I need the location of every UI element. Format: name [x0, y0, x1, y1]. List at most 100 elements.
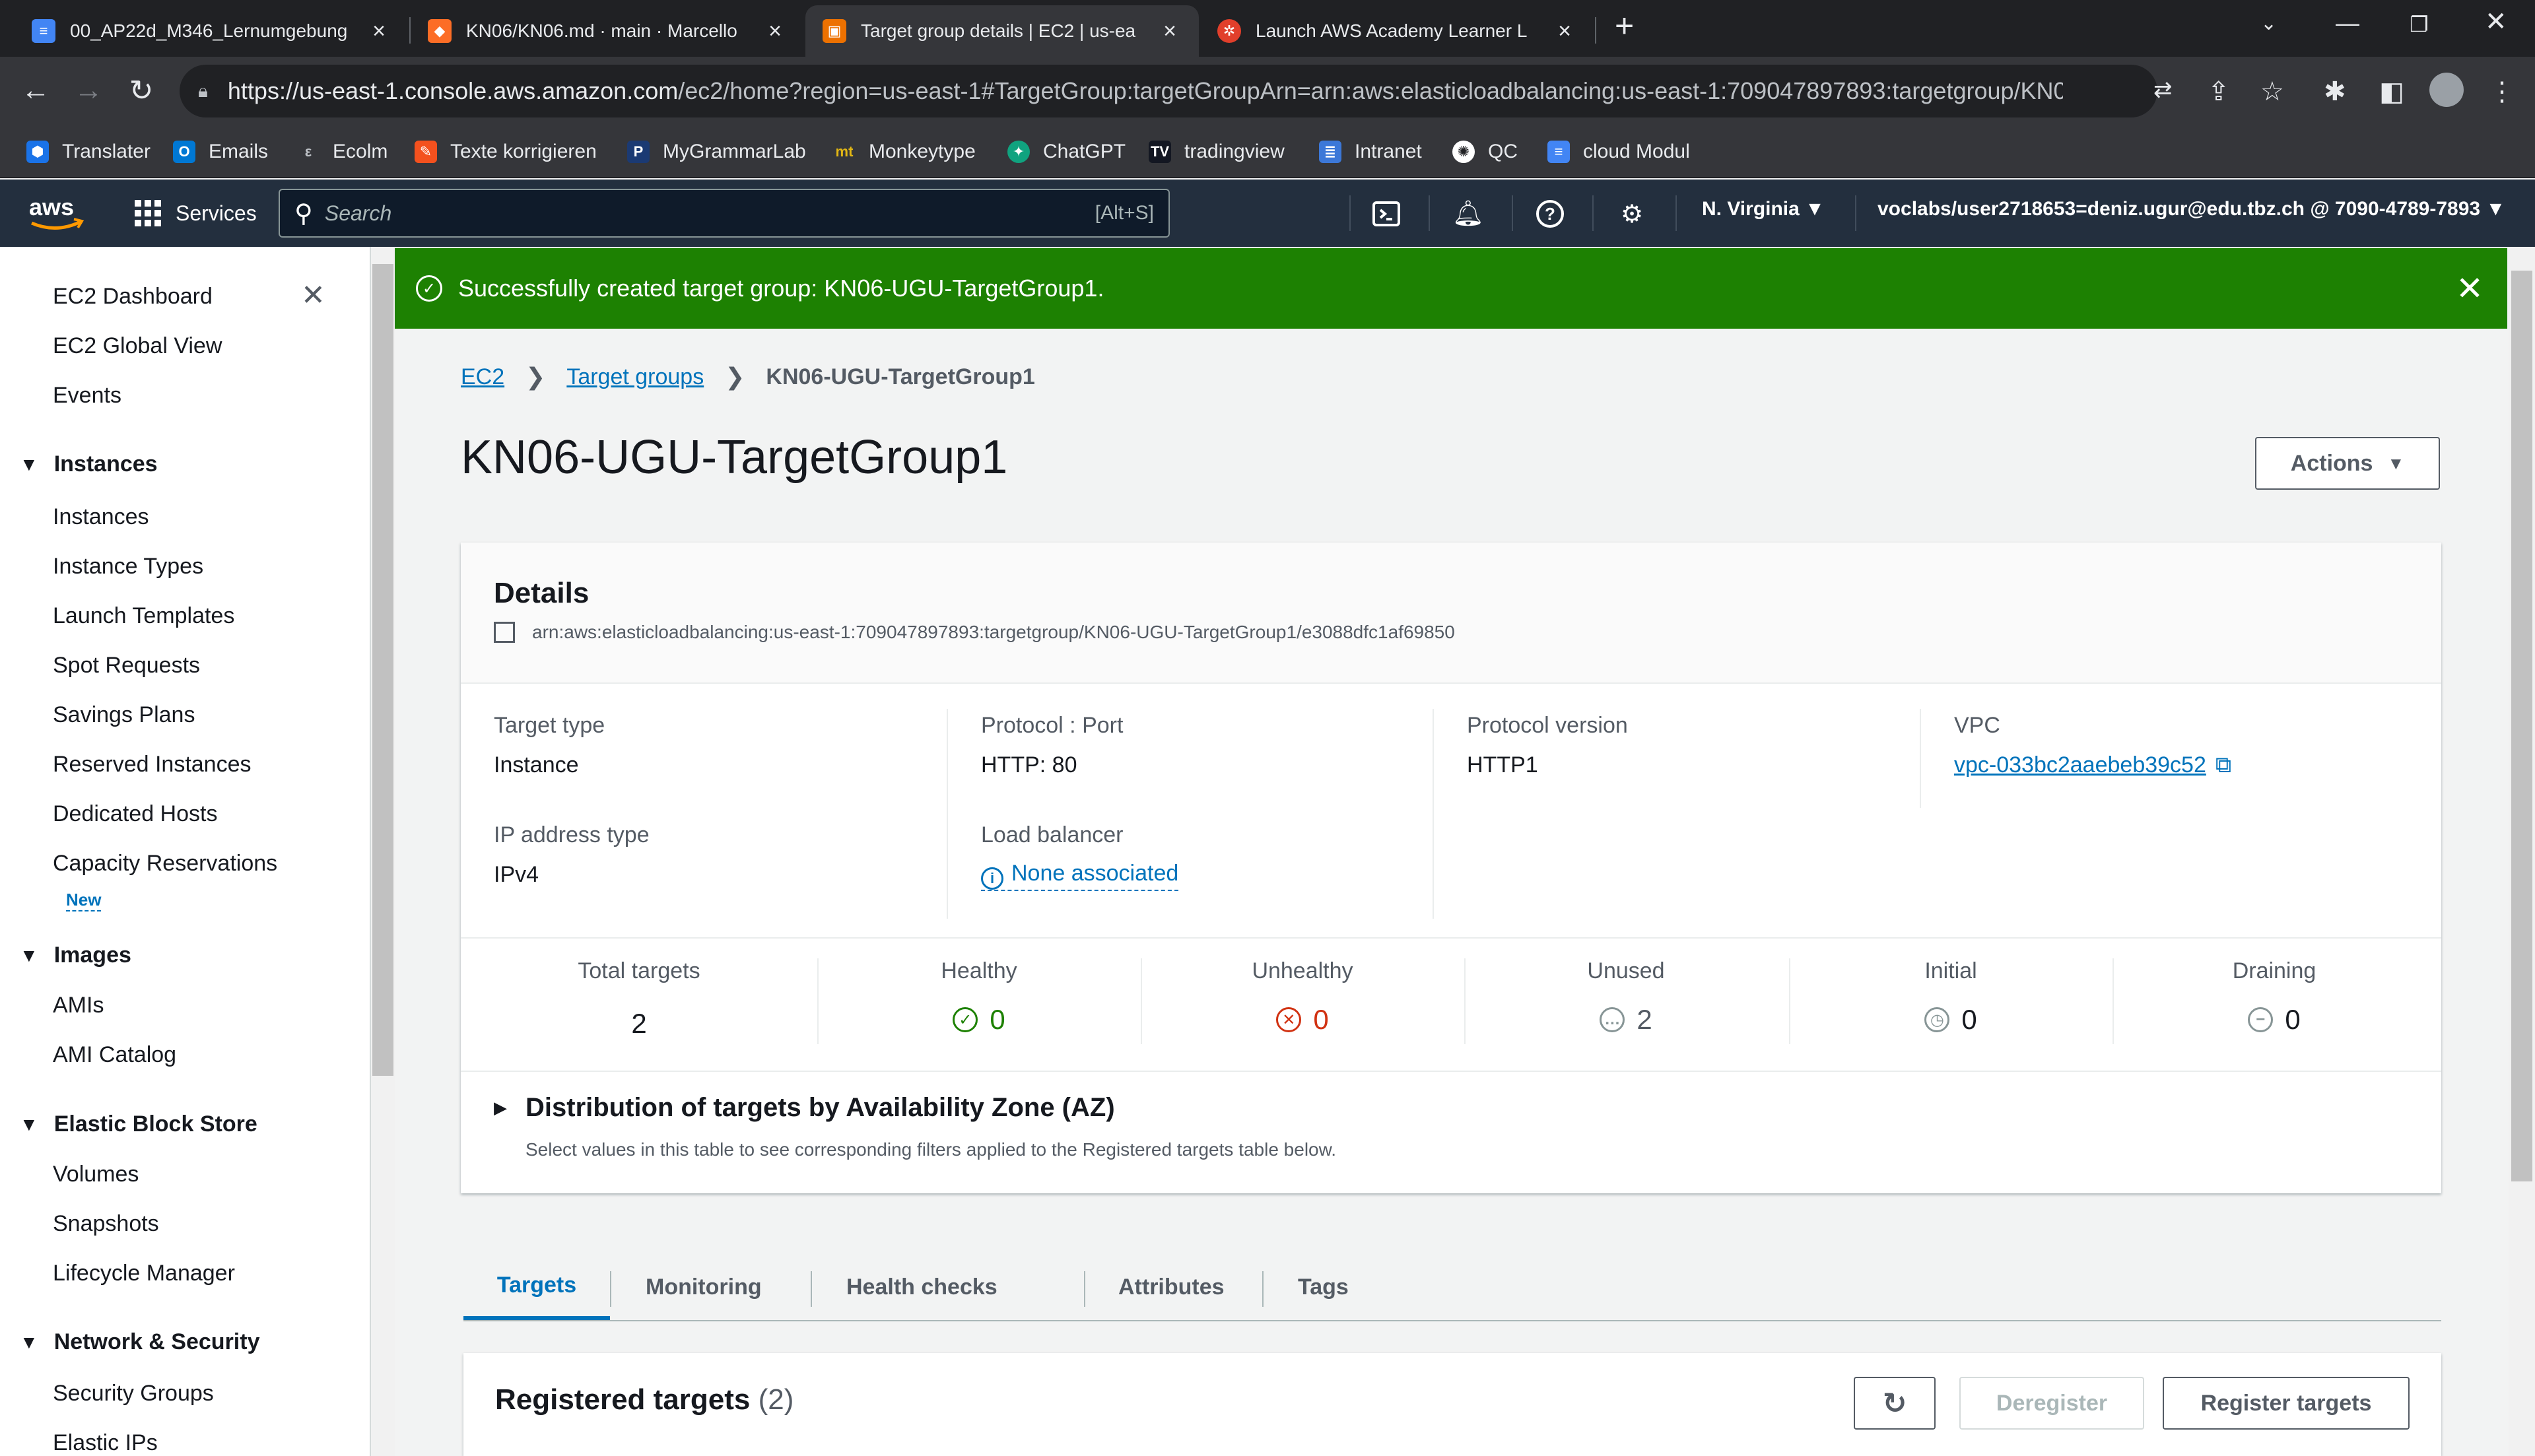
bookmark-texte-korrigieren[interactable]: ✎ Texte korrigieren — [415, 136, 597, 168]
close-icon[interactable]: × — [1553, 18, 1576, 44]
forward-icon[interactable]: → — [69, 74, 108, 107]
sidebar-item-savings-plans[interactable]: Savings Plans — [53, 702, 195, 728]
tab-targets[interactable]: Targets — [463, 1254, 610, 1320]
sidebar-item-events[interactable]: Events — [53, 383, 121, 409]
caret-down-icon: ▼ — [20, 1113, 38, 1135]
close-icon[interactable]: × — [367, 18, 391, 44]
notifications-bell-icon[interactable]: 🔔︎ — [1451, 197, 1485, 231]
bookmark-intranet[interactable]: ≣ Intranet — [1319, 136, 1422, 168]
account-menu[interactable]: voclabs/user2718653=deniz.ugur@edu.tbz.c… — [1877, 198, 2505, 220]
distribution-expander[interactable]: ▶ Distribution of targets by Availabilit… — [494, 1093, 1115, 1123]
cloudshell-icon[interactable] — [1369, 197, 1403, 231]
translate-icon[interactable]: ⇄ — [2153, 77, 2173, 103]
sidebar-item-snapshots[interactable]: Snapshots — [53, 1211, 159, 1237]
tradingview-icon: TV — [1149, 141, 1171, 163]
tab-attributes[interactable]: Attributes — [1085, 1254, 1258, 1320]
browser-tab-active[interactable]: ▣ Target group details | EC2 | us-ea × — [805, 5, 1199, 57]
region-selector[interactable]: N. Virginia ▼ — [1702, 198, 1825, 220]
load-balancer-label: Load balancer — [981, 822, 1124, 847]
browser-tab[interactable]: ◆ KN06/KN06.md · main · Marcello × — [411, 5, 804, 57]
share-icon[interactable]: ⇪ — [2208, 77, 2230, 107]
restore-button[interactable]: ❐ — [2410, 12, 2429, 37]
bookmark-tradingview[interactable]: TV tradingview — [1149, 136, 1285, 168]
refresh-button[interactable]: ↻ — [1854, 1377, 1936, 1430]
browser-tab[interactable]: ≡ 00_AP22d_M346_Lernumgebung × — [15, 5, 408, 57]
tab-title: KN06/KN06.md · main · Marcello — [466, 20, 737, 41]
sidebar-item-lifecycle-manager[interactable]: Lifecycle Manager — [53, 1261, 235, 1286]
sidebar-item-instance-types[interactable]: Instance Types — [53, 554, 203, 579]
stat-initial[interactable]: Initial ◷ 0 — [1789, 958, 2112, 1036]
sidebar-item-ec2-global-view[interactable]: EC2 Global View — [53, 333, 222, 359]
side-panel-icon[interactable]: ◧ — [2379, 77, 2404, 107]
bookmark-chatgpt[interactable]: ✦ ChatGPT — [1007, 136, 1126, 168]
bookmark-emails[interactable]: O Emails — [173, 136, 268, 168]
bookmark-monkeytype[interactable]: mt Monkeytype — [833, 136, 976, 168]
help-icon[interactable]: ? — [1533, 197, 1567, 231]
bookmark-qc[interactable]: ✺ QC — [1452, 136, 1518, 168]
sidebar-item-security-groups[interactable]: Security Groups — [53, 1381, 214, 1406]
gitlab-icon: ◆ — [428, 19, 452, 43]
stat-unused[interactable]: Unused … 2 — [1464, 958, 1788, 1036]
actions-button[interactable]: Actions ▼ — [2255, 437, 2440, 490]
sidebar-item-launch-templates[interactable]: Launch Templates — [53, 603, 234, 629]
stat-healthy[interactable]: Healthy ✓ 0 — [817, 958, 1141, 1036]
sidebar-item-amis[interactable]: AMIs — [53, 993, 104, 1018]
close-icon[interactable]: × — [1158, 18, 1182, 44]
back-icon[interactable]: ← — [16, 74, 55, 107]
sidebar-section-instances[interactable]: ▼ Instances — [20, 451, 158, 477]
canvas-icon: ✲ — [1217, 19, 1241, 43]
copy-icon[interactable] — [494, 622, 515, 643]
load-balancer-link[interactable]: i None associated — [981, 861, 1179, 891]
profile-avatar[interactable] — [2429, 73, 2464, 107]
sidebar-section-images[interactable]: ▼ Images — [20, 943, 131, 968]
settings-gear-icon[interactable]: ⚙︎ — [1615, 197, 1649, 231]
bookmark-translater[interactable]: ⬢ Translater — [26, 136, 151, 168]
stat-draining[interactable]: Draining −0 — [2112, 958, 2436, 1036]
close-icon[interactable]: ✕ — [2456, 269, 2484, 308]
sidebar-section-network-security[interactable]: ▼ Network & Security — [20, 1329, 259, 1355]
bookmark-ecolm[interactable]: ε Ecolm — [297, 136, 388, 168]
bookmark-mygrammarlab[interactable]: P MyGrammarLab — [627, 136, 806, 168]
address-bar[interactable]: 🔒︎ https://us-east-1.console.aws.amazon.… — [180, 65, 2157, 117]
menu-icon[interactable]: ⋮ — [2489, 77, 2515, 107]
deregister-button[interactable]: Deregister — [1959, 1377, 2144, 1430]
sidebar-item-dedicated-hosts[interactable]: Dedicated Hosts — [53, 801, 217, 827]
sidebar-scrollbar-thumb[interactable] — [372, 264, 393, 1076]
sidebar-item-ami-catalog[interactable]: AMI Catalog — [53, 1042, 176, 1068]
tab-search-icon[interactable]: ⌄ — [2260, 12, 2277, 35]
sidebar-item-instances[interactable]: Instances — [53, 504, 149, 530]
bookmark-star-icon[interactable]: ☆ — [2260, 77, 2284, 107]
close-icon[interactable]: × — [763, 18, 787, 44]
vpc-link[interactable]: vpc-033bc2aaebeb39c52 ⧉ — [1954, 752, 2231, 778]
sidebar-item-ec2-dashboard[interactable]: EC2 Dashboard — [53, 284, 213, 310]
minimize-button[interactable]: — — [2336, 9, 2359, 37]
browser-tab[interactable]: ✲ Launch AWS Academy Learner L × — [1200, 5, 1594, 57]
close-icon[interactable]: ✕ — [301, 279, 325, 312]
sidebar-item-elastic-ips[interactable]: Elastic IPs — [53, 1430, 158, 1456]
services-menu-button[interactable]: Services — [135, 194, 257, 232]
main-scrollbar-thumb[interactable] — [2511, 271, 2532, 1181]
register-targets-button[interactable]: Register targets — [2163, 1377, 2410, 1430]
close-window-button[interactable]: ✕ — [2485, 7, 2507, 37]
stat-unhealthy[interactable]: Unhealthy ✕ 0 — [1141, 958, 1464, 1036]
tab-tags[interactable]: Tags — [1264, 1254, 1382, 1320]
sidebar-item-capacity-reservations[interactable]: Capacity Reservations — [53, 851, 277, 877]
aws-search-input[interactable]: ⚲ Search [Alt+S] — [279, 189, 1170, 238]
sidebar-section-elastic-block-store[interactable]: ▼ Elastic Block Store — [20, 1111, 257, 1137]
sidebar-item-reserved-instances[interactable]: Reserved Instances — [53, 752, 252, 778]
check-circle-icon: ✓ — [953, 1007, 978, 1032]
bookmark-cloud-modul[interactable]: ≡ cloud Modul — [1547, 136, 1690, 168]
docs-icon: ≡ — [32, 19, 55, 43]
sidebar-item-volumes[interactable]: Volumes — [53, 1162, 139, 1187]
breadcrumb-ec2[interactable]: EC2 — [461, 364, 504, 390]
new-tab-button[interactable]: + — [1615, 7, 1634, 45]
aws-top-nav: aws Services ⚲ Search [Alt+S] 🔔︎ ? ⚙︎ N.… — [0, 180, 2535, 247]
extensions-icon[interactable]: ✱ — [2324, 77, 2346, 107]
sidebar-item-spot-requests[interactable]: Spot Requests — [53, 653, 200, 678]
tab-health-checks[interactable]: Health checks — [812, 1254, 1031, 1320]
caret-down-icon: ▼ — [2387, 453, 2405, 473]
aws-logo[interactable]: aws — [26, 191, 86, 235]
tab-monitoring[interactable]: Monitoring — [611, 1254, 795, 1320]
reload-icon[interactable]: ↻ — [121, 74, 161, 108]
breadcrumb-target-groups[interactable]: Target groups — [566, 364, 704, 390]
